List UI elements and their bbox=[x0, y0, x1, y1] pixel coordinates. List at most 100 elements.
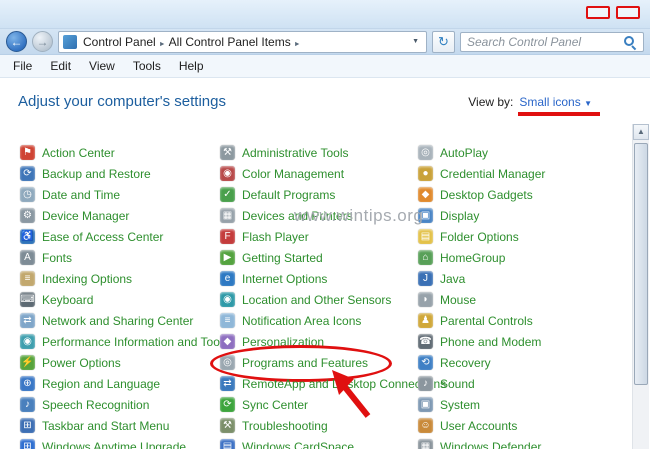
control-panel-item-remoteapp-and-desktop-connections[interactable]: ⇄RemoteApp and Desktop Connections bbox=[220, 373, 418, 394]
control-panel-item-sync-center[interactable]: ⟳Sync Center bbox=[220, 394, 418, 415]
system-computer-icon: ▣ bbox=[418, 397, 433, 412]
control-panel-item-phone-and-modem[interactable]: ☎Phone and Modem bbox=[418, 331, 624, 352]
control-panel-item-mouse[interactable]: ◗Mouse bbox=[418, 289, 624, 310]
control-panel-item-recovery[interactable]: ⟲Recovery bbox=[418, 352, 624, 373]
scroll-up-button[interactable]: ▲ bbox=[633, 124, 649, 140]
java-cup-icon: J bbox=[418, 271, 433, 286]
control-panel-item-system[interactable]: ▣System bbox=[418, 394, 624, 415]
control-panel-item-default-programs[interactable]: ✓ Default Programs bbox=[220, 184, 418, 205]
control-panel-item-label: RemoteApp and Desktop Connections bbox=[242, 377, 446, 391]
autoplay-disc-icon: ◎ bbox=[418, 145, 433, 160]
control-panel-item-flash-player[interactable]: F Flash Player bbox=[220, 226, 418, 247]
control-panel-item-homegroup[interactable]: ⌂HomeGroup bbox=[418, 247, 624, 268]
menu-item-help[interactable]: Help bbox=[170, 59, 213, 73]
back-arrow-icon: ← bbox=[11, 35, 23, 49]
control-panel-item-label: Default Programs bbox=[242, 188, 335, 202]
control-panel-item-java[interactable]: JJava bbox=[418, 268, 624, 289]
control-panel-item-date-and-time[interactable]: ◷Date and Time bbox=[20, 184, 220, 205]
control-panel-item-ease-of-access-center[interactable]: ♿Ease of Access Center bbox=[20, 226, 220, 247]
view-by-label: View by: bbox=[468, 95, 513, 109]
menu-item-view[interactable]: View bbox=[80, 59, 124, 73]
cardspace-icon: ▤ bbox=[220, 439, 235, 449]
control-panel-item-internet-options[interactable]: eInternet Options bbox=[220, 268, 418, 289]
breadcrumb-item-all-control-panel-items[interactable]: All Control Panel Items bbox=[166, 35, 294, 49]
forward-arrow-icon: → bbox=[37, 35, 49, 49]
scrollbar-thumb[interactable] bbox=[634, 143, 648, 385]
breadcrumb-item-control-panel[interactable]: Control Panel bbox=[80, 35, 159, 49]
search-box[interactable]: Search Control Panel bbox=[460, 32, 644, 52]
troubleshoot-icon: ⚒ bbox=[220, 418, 235, 433]
control-panel-item-location-and-other-sensors[interactable]: ◉Location and Other Sensors bbox=[220, 289, 418, 310]
control-panel-item-device-manager[interactable]: ⚙Device Manager bbox=[20, 205, 220, 226]
control-panel-item-keyboard[interactable]: ⌨Keyboard bbox=[20, 289, 220, 310]
control-panel-item-desktop-gadgets[interactable]: ◆Desktop Gadgets bbox=[418, 184, 624, 205]
control-panel-item-credential-manager[interactable]: ●Credential Manager bbox=[418, 163, 624, 184]
flash-icon: F bbox=[220, 229, 235, 244]
menu-item-edit[interactable]: Edit bbox=[41, 59, 80, 73]
control-panel-item-windows-defender[interactable]: ▦Windows Defender bbox=[418, 436, 624, 449]
search-placeholder: Search Control Panel bbox=[467, 35, 623, 49]
defender-icon: ▦ bbox=[418, 439, 433, 449]
menu-item-file[interactable]: File bbox=[4, 59, 41, 73]
refresh-button[interactable]: ↻ bbox=[432, 31, 455, 53]
control-panel-item-label: Keyboard bbox=[42, 293, 93, 307]
control-panel-item-indexing-options[interactable]: ≡Indexing Options bbox=[20, 268, 220, 289]
control-panel-item-label: Desktop Gadgets bbox=[440, 188, 533, 202]
color-wheel-icon: ◉ bbox=[220, 166, 235, 181]
default-programs-icon: ✓ bbox=[220, 187, 235, 202]
control-panel-item-administrative-tools[interactable]: ⚒Administrative Tools bbox=[220, 142, 418, 163]
control-panel-item-label: Folder Options bbox=[440, 230, 519, 244]
view-by-selector[interactable]: Small icons ▼ bbox=[519, 95, 592, 109]
control-panel-item-display[interactable]: ▣Display bbox=[418, 205, 624, 226]
control-panel-item-label: Region and Language bbox=[42, 377, 160, 391]
control-panel-item-user-accounts[interactable]: ☺User Accounts bbox=[418, 415, 624, 436]
control-panel-item-label: Windows CardSpace bbox=[242, 440, 354, 449]
restore-icon: ⟳ bbox=[20, 166, 35, 181]
indexing-icon: ≡ bbox=[20, 271, 35, 286]
minimize-button[interactable] bbox=[586, 6, 610, 19]
control-panel-item-sound[interactable]: ♪Sound bbox=[418, 373, 624, 394]
control-panel-item-taskbar-and-start-menu[interactable]: ⊞Taskbar and Start Menu bbox=[20, 415, 220, 436]
menu-item-tools[interactable]: Tools bbox=[124, 59, 170, 73]
control-panel-item-label: Backup and Restore bbox=[42, 167, 151, 181]
column-2: ⚒Administrative Tools◉Color Management ✓ D… bbox=[220, 142, 418, 449]
control-panel-item-autoplay[interactable]: ◎AutoPlay bbox=[418, 142, 624, 163]
control-panel-item-parental-controls[interactable]: ♟Parental Controls bbox=[418, 310, 624, 331]
control-panel-item-label: Flash Player bbox=[242, 230, 309, 244]
menu-bar: FileEditViewToolsHelp bbox=[0, 55, 650, 78]
printer-icon: ▦ bbox=[220, 208, 235, 223]
device-manager-icon: ⚙ bbox=[20, 208, 35, 223]
control-panel-item-programs-and-features[interactable]: ◎Programs and Features bbox=[220, 352, 418, 373]
address-bar[interactable]: Control Panel►All Control Panel Items► ▼ bbox=[58, 31, 427, 53]
control-panel-item-windows-cardspace[interactable]: ▤ Windows CardSpace bbox=[220, 436, 418, 449]
control-panel-item-windows-anytime-upgrade[interactable]: ⊞Windows Anytime Upgrade bbox=[20, 436, 220, 449]
control-panel-item-notification-area-icons[interactable]: ≡Notification Area Icons bbox=[220, 310, 418, 331]
page-title: Adjust your computer's settings bbox=[18, 93, 226, 110]
breadcrumb: Control Panel►All Control Panel Items► bbox=[80, 35, 301, 49]
control-panel-item-backup-and-restore[interactable]: ⟳ Backup and Restore bbox=[20, 163, 220, 184]
control-panel-item-fonts[interactable]: AFonts bbox=[20, 247, 220, 268]
control-panel-item-label: Fonts bbox=[42, 251, 72, 265]
close-button[interactable] bbox=[616, 6, 640, 19]
control-panel-item-personalization[interactable]: ◆Personalization bbox=[220, 331, 418, 352]
address-dropdown-arrow[interactable]: ▼ bbox=[409, 38, 422, 45]
control-panel-item-network-and-sharing-center[interactable]: ⇄Network and Sharing Center bbox=[20, 310, 220, 331]
control-panel-item-troubleshooting[interactable]: ⚒Troubleshooting bbox=[220, 415, 418, 436]
control-panel-item-label: Personalization bbox=[242, 335, 324, 349]
back-button[interactable]: ← bbox=[6, 31, 27, 52]
control-panel-item-folder-options[interactable]: ▤Folder Options bbox=[418, 226, 624, 247]
control-panel-item-region-and-language[interactable]: ⊕Region and Language bbox=[20, 373, 220, 394]
control-panel-item-label: Recovery bbox=[440, 356, 491, 370]
forward-button[interactable]: → bbox=[32, 31, 53, 52]
control-panel-item-power-options[interactable]: ⚡Power Options bbox=[20, 352, 220, 373]
control-panel-item-speech-recognition[interactable]: ♪Speech Recognition bbox=[20, 394, 220, 415]
control-panel-item-performance-information-and-tools[interactable]: ◉Performance Information and Tools bbox=[20, 331, 220, 352]
control-panel-item-getting-started[interactable]: ▶Getting Started bbox=[220, 247, 418, 268]
navigation-bar: ← → Control Panel►All Control Panel Item… bbox=[0, 29, 650, 55]
control-panel-item-action-center[interactable]: ⚑Action Center bbox=[20, 142, 220, 163]
control-panel-item-label: Mouse bbox=[440, 293, 476, 307]
control-panel-item-color-management[interactable]: ◉Color Management bbox=[220, 163, 418, 184]
vertical-scrollbar[interactable]: ▲ bbox=[632, 124, 649, 449]
control-panel-items-grid: ⚑Action Center ⟳ Backup and Restore ◷Date a… bbox=[20, 142, 624, 449]
speaker-icon: ♪ bbox=[418, 376, 433, 391]
